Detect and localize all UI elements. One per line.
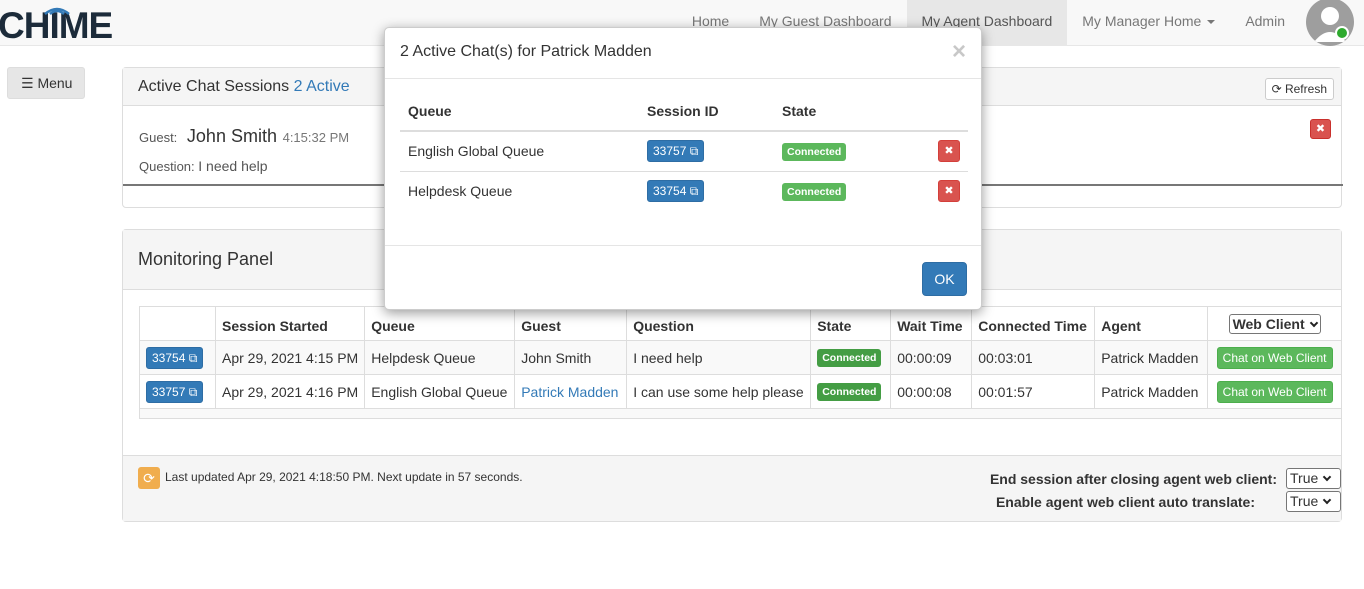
modal-cell-queue: English Global Queue xyxy=(400,131,639,172)
state-badge: Connected xyxy=(782,182,847,201)
session-id-button[interactable]: 33757 ⧉ xyxy=(647,140,705,163)
end-chat-button[interactable]: ✖ xyxy=(938,140,960,163)
end-chat-button[interactable]: ✖ xyxy=(938,180,960,203)
modal-table-header: Queue Session ID State xyxy=(400,91,968,132)
modal-cell-state: Connected xyxy=(774,171,924,211)
modal-header: 2 Active Chat(s) for Patrick Madden × xyxy=(385,28,981,79)
table-row: Helpdesk Queue 33754 ⧉ Connected ✖ xyxy=(400,171,968,211)
modal-cell-session-id: 33754 ⧉ xyxy=(639,171,774,211)
modal-cell-delete: ✖ xyxy=(924,171,968,211)
modal-cell-delete: ✖ xyxy=(924,131,968,172)
session-id-button[interactable]: 33754 ⧉ xyxy=(647,180,705,203)
state-badge: Connected xyxy=(782,142,847,161)
external-link-icon: ⧉ xyxy=(689,184,699,199)
modal-footer: OK xyxy=(385,245,981,309)
modal-chats-table: Queue Session ID State English Global Qu… xyxy=(400,91,968,211)
ok-button[interactable]: OK xyxy=(922,262,967,296)
session-id-label: 33757 xyxy=(653,144,687,159)
modal-col-actions xyxy=(924,91,968,132)
modal-cell-state: Connected xyxy=(774,131,924,172)
modal-col-session-id: Session ID xyxy=(639,91,774,132)
modal-col-state: State xyxy=(774,91,924,132)
table-row: English Global Queue 33757 ⧉ Connected ✖ xyxy=(400,131,968,172)
session-id-label: 33754 xyxy=(653,184,687,199)
modal-title: 2 Active Chat(s) for Patrick Madden xyxy=(400,43,652,60)
modal-cell-queue: Helpdesk Queue xyxy=(408,183,513,200)
modal-col-queue: Queue xyxy=(400,91,639,132)
close-icon[interactable]: × xyxy=(952,39,966,65)
modal-cell-session-id: 33757 ⧉ xyxy=(639,131,774,172)
active-chats-modal: 2 Active Chat(s) for Patrick Madden × Qu… xyxy=(384,27,982,310)
external-link-icon: ⧉ xyxy=(689,144,699,159)
